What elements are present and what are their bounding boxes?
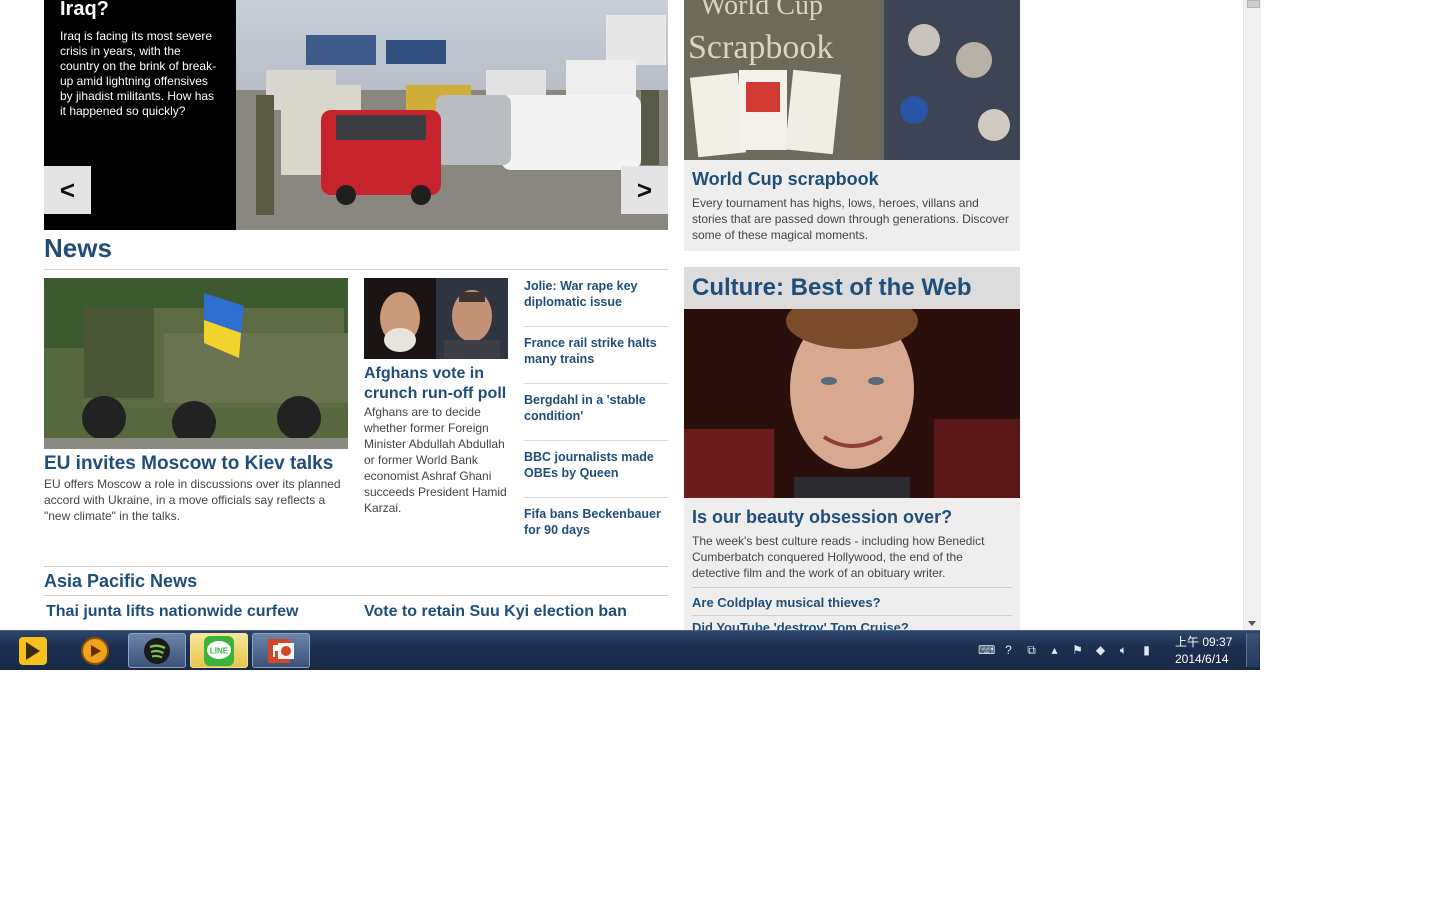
secondary-story-image[interactable] [364,278,508,359]
secondary-story-summary: Afghans are to decide whether former For… [364,405,507,515]
lead-story-image[interactable] [44,278,348,449]
taskbar-app-kakaotalk[interactable] [4,633,62,668]
keyboard-icon[interactable]: ⌨ [978,643,995,658]
world-cup-scrapbook-image[interactable]: World Cup Scrapbook [684,0,1020,160]
dropbox-icon[interactable]: ◆ [1093,643,1108,658]
spotify-icon [144,637,170,664]
hero-carousel[interactable]: Iraq? Iraq is facing its most severe cri… [44,0,668,230]
culture-divider [692,615,1012,616]
lead-story-summary: EU offers Moscow a role in discussions o… [44,477,341,523]
asia-story-link[interactable]: Thai junta lifts nationwide curfew [46,603,298,621]
vertical-scrollbar[interactable] [1243,0,1261,630]
asia-top-divider [44,566,668,567]
world-cup-headline[interactable]: World Cup scrapbook [692,169,879,190]
network-icon[interactable]: ▮ [1139,643,1154,658]
culture-headline[interactable]: Is our beauty obsession over? [692,507,952,528]
volume-icon[interactable]: 🔈︎ [1116,643,1131,658]
headline-link[interactable]: France rail strike halts many trains [524,326,668,383]
taskbar-app-line[interactable]: LINE [190,633,248,668]
system-tray: ⌨ ? ⧉ ▴ ⚑ ◆ 🔈︎ ▮ [978,639,1154,661]
headline-link[interactable]: BBC journalists made OBEs by Queen [524,440,668,497]
taskbar-app-media-player[interactable] [66,633,124,668]
culture-link[interactable]: Are Coldplay musical thieves? [692,595,881,610]
action-center-icon[interactable]: ⚑ [1070,643,1085,658]
headline-link[interactable]: Bergdahl in a 'stable condition' [524,383,668,440]
restore-icon[interactable]: ⧉ [1024,643,1039,658]
culture-promo: Culture: Best of the Web Is our beauty o… [684,267,1020,630]
carousel-next-button[interactable]: > [621,166,668,214]
windows-taskbar: LINE ⌨ ? ⧉ ▴ ⚑ ◆ 🔈︎ ▮ 上午 09:37 2014/6/14 [0,630,1260,670]
show-hidden-icons-icon[interactable]: ▴ [1047,643,1062,658]
culture-feature-image[interactable] [684,309,1020,498]
news-section-title[interactable]: News [44,233,112,264]
browser-viewport: Iraq? Iraq is facing its most severe cri… [0,0,1243,630]
scrollbar-thumb[interactable] [1247,0,1260,8]
help-icon[interactable]: ? [1001,643,1016,658]
clock-time: 上午 09:37 [1175,635,1233,649]
line-icon: LINE [204,635,234,666]
culture-section-title[interactable]: Culture: Best of the Web [692,274,972,302]
scrapbook-title-line2: Scrapbook [688,29,833,66]
world-cup-summary: Every tournament has highs, lows, heroes… [692,196,1009,242]
line-icon-label: LINE [210,646,229,655]
system-clock[interactable]: 上午 09:37 2014/6/14 [1175,634,1237,668]
taskbar-app-powerpoint[interactable] [252,633,310,668]
hero-photo[interactable] [236,0,668,230]
headline-link[interactable]: Jolie: War rape key diplomatic issue [524,270,668,326]
asia-story-link[interactable]: Vote to retain Suu Kyi election ban [364,603,627,621]
powerpoint-icon [268,638,294,663]
show-desktop-button[interactable] [1246,633,1259,667]
clock-date: 2014/6/14 [1175,652,1229,666]
headline-list: Jolie: War rape key diplomatic issue Fra… [524,270,668,554]
world-cup-promo[interactable]: World Cup Scrapbook World Cup scrapbook … [684,0,1020,251]
media-player-icon [81,636,109,665]
hero-title[interactable]: Iraq? [60,0,109,21]
culture-divider [692,587,1012,588]
asia-section-title[interactable]: Asia Pacific News [44,571,197,592]
scrapbook-title-line1: World Cup [700,0,823,21]
culture-summary: The week's best culture reads - includin… [692,534,985,580]
headline-link[interactable]: Fifa bans Beckenbauer for 90 days [524,497,668,554]
secondary-story-headline[interactable]: Afghans vote in crunch run-off poll [364,364,510,404]
hero-description: Iraq is facing its most severe crisis in… [60,29,217,118]
lead-story-headline[interactable]: EU invites Moscow to Kiev talks [44,453,333,475]
carousel-prev-button[interactable]: < [44,166,91,214]
scroll-down-arrow-icon[interactable] [1248,621,1256,626]
culture-link[interactable]: Did YouTube 'destroy' Tom Cruise? [692,620,909,630]
culture-header: Culture: Best of the Web [684,267,1020,309]
asia-divider [44,595,668,596]
taskbar-app-spotify[interactable] [128,633,186,668]
kakaotalk-icon [19,636,47,665]
